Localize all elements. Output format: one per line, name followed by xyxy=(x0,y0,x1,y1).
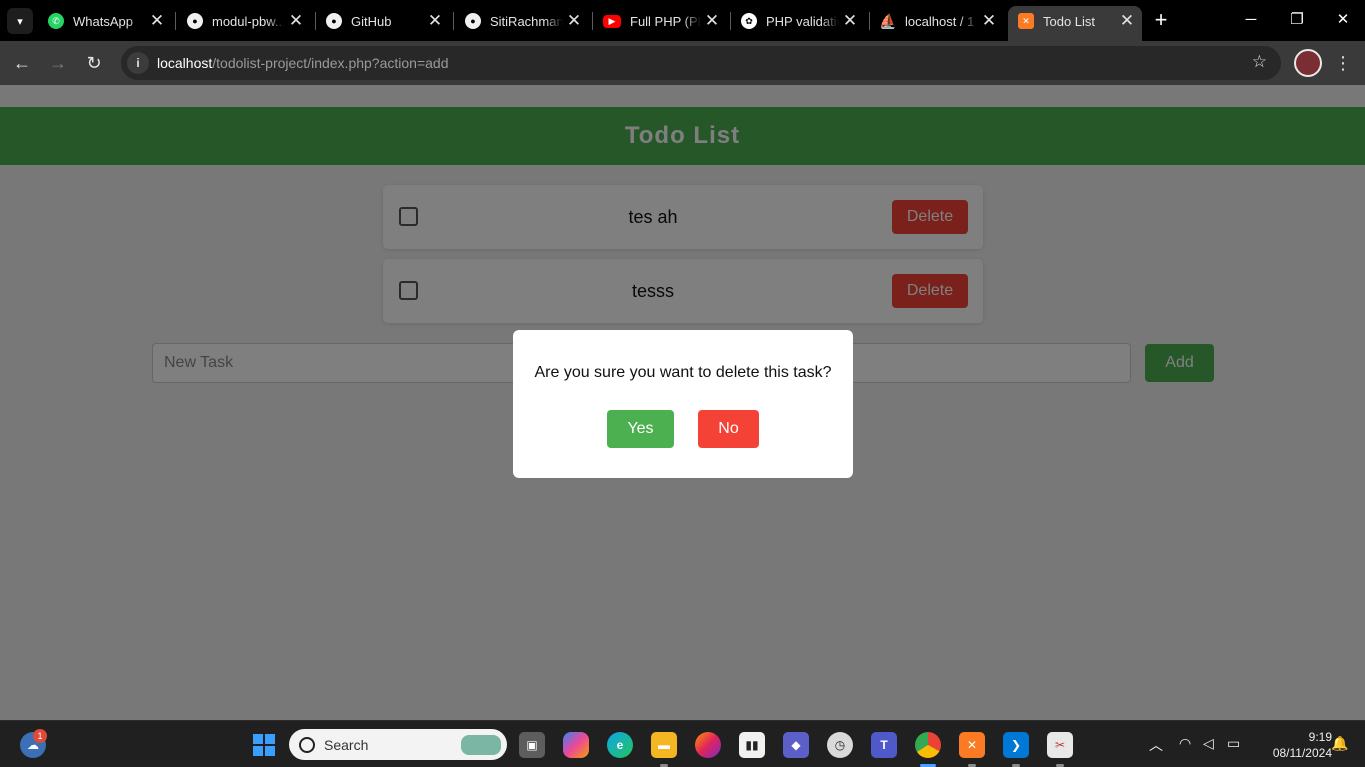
site-info-icon[interactable]: i xyxy=(127,52,149,74)
profile-avatar[interactable] xyxy=(1294,49,1322,77)
chrome-icon[interactable] xyxy=(915,732,941,758)
confirm-yes-button[interactable]: Yes xyxy=(607,410,674,448)
address-bar[interactable]: i localhost/todolist-project/index.php?a… xyxy=(121,46,1281,80)
clock-time: 9:19 xyxy=(1308,730,1332,744)
tab-modul-pbw[interactable]: ● modul-pbw... ✕ xyxy=(177,6,311,36)
notion-icon[interactable]: ▮▮ xyxy=(739,732,765,758)
tab-todo-list[interactable]: ✕ Todo List ✕ xyxy=(1008,6,1142,41)
youtube-icon: ▶ xyxy=(603,14,621,28)
restore-icon[interactable]: ❐ xyxy=(1282,8,1312,34)
browser-menu-icon[interactable]: ⋮ xyxy=(1333,50,1353,76)
delete-confirm-dialog: Are you sure you want to delete this tas… xyxy=(513,330,853,478)
tab-title: Todo List xyxy=(1043,13,1096,29)
taskbar-search[interactable]: Search xyxy=(289,729,507,760)
clipchamp-icon[interactable]: ◆ xyxy=(783,732,809,758)
teams-icon[interactable]: T xyxy=(871,732,897,758)
tab-separator xyxy=(175,12,176,30)
search-highlight-image xyxy=(461,735,501,755)
notification-badge: 1 xyxy=(33,729,47,743)
tab-separator xyxy=(453,12,454,30)
chevron-up-icon[interactable]: ︿ xyxy=(1149,735,1163,755)
system-clock[interactable]: 9:19 08/11/2024 xyxy=(1252,729,1332,761)
whatsapp-icon: ✆ xyxy=(48,13,64,29)
reload-icon[interactable]: ↻ xyxy=(81,50,107,76)
tab-close-icon[interactable]: ✕ xyxy=(839,11,861,31)
tab-title: modul-pbw... xyxy=(212,13,285,29)
clock-app-icon[interactable]: ◷ xyxy=(827,732,853,758)
chatgpt-icon: ✿ xyxy=(741,13,757,29)
tab-title: GitHub xyxy=(351,13,392,29)
windows-taskbar: ☁ 1 Search ▣ e ▬ ▮▮ ◆ ◷ T ✕ ❯ ✂ ︿ ◠ ◁ ▭ … xyxy=(0,720,1365,767)
file-explorer-icon[interactable]: ▬ xyxy=(651,732,677,758)
tab-title: Full PHP (PD xyxy=(630,13,701,29)
tab-phpmyadmin[interactable]: ⛵ localhost / 1 ✕ xyxy=(870,6,1004,36)
battery-icon[interactable]: ▭ xyxy=(1227,735,1240,752)
github-icon: ● xyxy=(465,13,481,29)
tab-close-icon[interactable]: ✕ xyxy=(701,11,723,31)
firefox-icon[interactable] xyxy=(695,732,721,758)
search-icon xyxy=(299,736,315,753)
task-view-icon[interactable]: ▣ xyxy=(519,732,545,758)
tab-whatsapp[interactable]: ✆ WhatsApp ✕ xyxy=(38,6,172,36)
clock-date: 08/11/2024 xyxy=(1272,746,1332,760)
tab-close-icon[interactable]: ✕ xyxy=(146,11,168,31)
snipping-tool-icon[interactable]: ✂ xyxy=(1047,732,1073,758)
tab-php-validation[interactable]: ✿ PHP validatio ✕ xyxy=(731,6,865,36)
bookmark-star-icon[interactable]: ☆ xyxy=(1252,52,1267,72)
tab-close-icon[interactable]: ✕ xyxy=(563,11,585,31)
tab-close-icon[interactable]: ✕ xyxy=(285,11,307,31)
edge-icon[interactable]: e xyxy=(607,732,633,758)
url-text[interactable]: localhost/todolist-project/index.php?act… xyxy=(157,55,448,71)
browser-toolbar: ← → ↻ i localhost/todolist-project/index… xyxy=(0,41,1365,85)
phpmyadmin-icon: ⛵ xyxy=(879,12,897,29)
search-label: Search xyxy=(324,736,369,753)
tab-title: WhatsApp xyxy=(73,13,133,29)
forward-arrow-icon[interactable]: → xyxy=(45,50,71,76)
notification-bell-icon[interactable]: 🔔 xyxy=(1331,735,1348,752)
xampp-icon[interactable]: ✕ xyxy=(959,732,985,758)
vscode-icon[interactable]: ❯ xyxy=(1003,732,1029,758)
tab-title: SitiRachmani xyxy=(490,13,563,29)
tab-sitirachmani[interactable]: ● SitiRachmani ✕ xyxy=(455,6,589,36)
xampp-icon: ✕ xyxy=(1018,13,1034,29)
page-viewport: Todo List tes ah Delete tesss Delete Add… xyxy=(0,85,1365,720)
tab-search-menu-button[interactable]: ▾ xyxy=(7,8,33,34)
new-tab-button[interactable]: + xyxy=(1148,8,1174,34)
dialog-message: Are you sure you want to delete this tas… xyxy=(534,364,832,381)
copilot-icon[interactable] xyxy=(563,732,589,758)
url-path: /todolist-project/index.php?action=add xyxy=(212,55,449,71)
tab-github[interactable]: ● GitHub ✕ xyxy=(316,6,450,36)
confirm-no-button[interactable]: No xyxy=(698,410,759,448)
url-host: localhost xyxy=(157,55,213,71)
tab-title: PHP validatio xyxy=(766,13,839,29)
github-icon: ● xyxy=(187,13,203,29)
back-arrow-icon[interactable]: ← xyxy=(9,50,35,76)
windows-start-icon[interactable] xyxy=(251,732,277,758)
github-icon: ● xyxy=(326,13,342,29)
volume-icon[interactable]: ◁ xyxy=(1203,735,1214,752)
tab-close-icon[interactable]: ✕ xyxy=(1116,11,1138,31)
tab-close-icon[interactable]: ✕ xyxy=(424,11,446,31)
wifi-icon[interactable]: ◠ xyxy=(1179,735,1191,752)
minimize-icon[interactable]: ─ xyxy=(1236,8,1266,34)
tab-title: localhost / 1 xyxy=(905,13,975,29)
close-window-icon[interactable]: ✕ xyxy=(1328,8,1358,34)
browser-tab-strip: ▾ ✆ WhatsApp ✕ ● modul-pbw... ✕ ● GitHub… xyxy=(0,0,1365,41)
tab-full-php[interactable]: ▶ Full PHP (PD ✕ xyxy=(593,6,727,36)
tab-close-icon[interactable]: ✕ xyxy=(978,11,1000,31)
